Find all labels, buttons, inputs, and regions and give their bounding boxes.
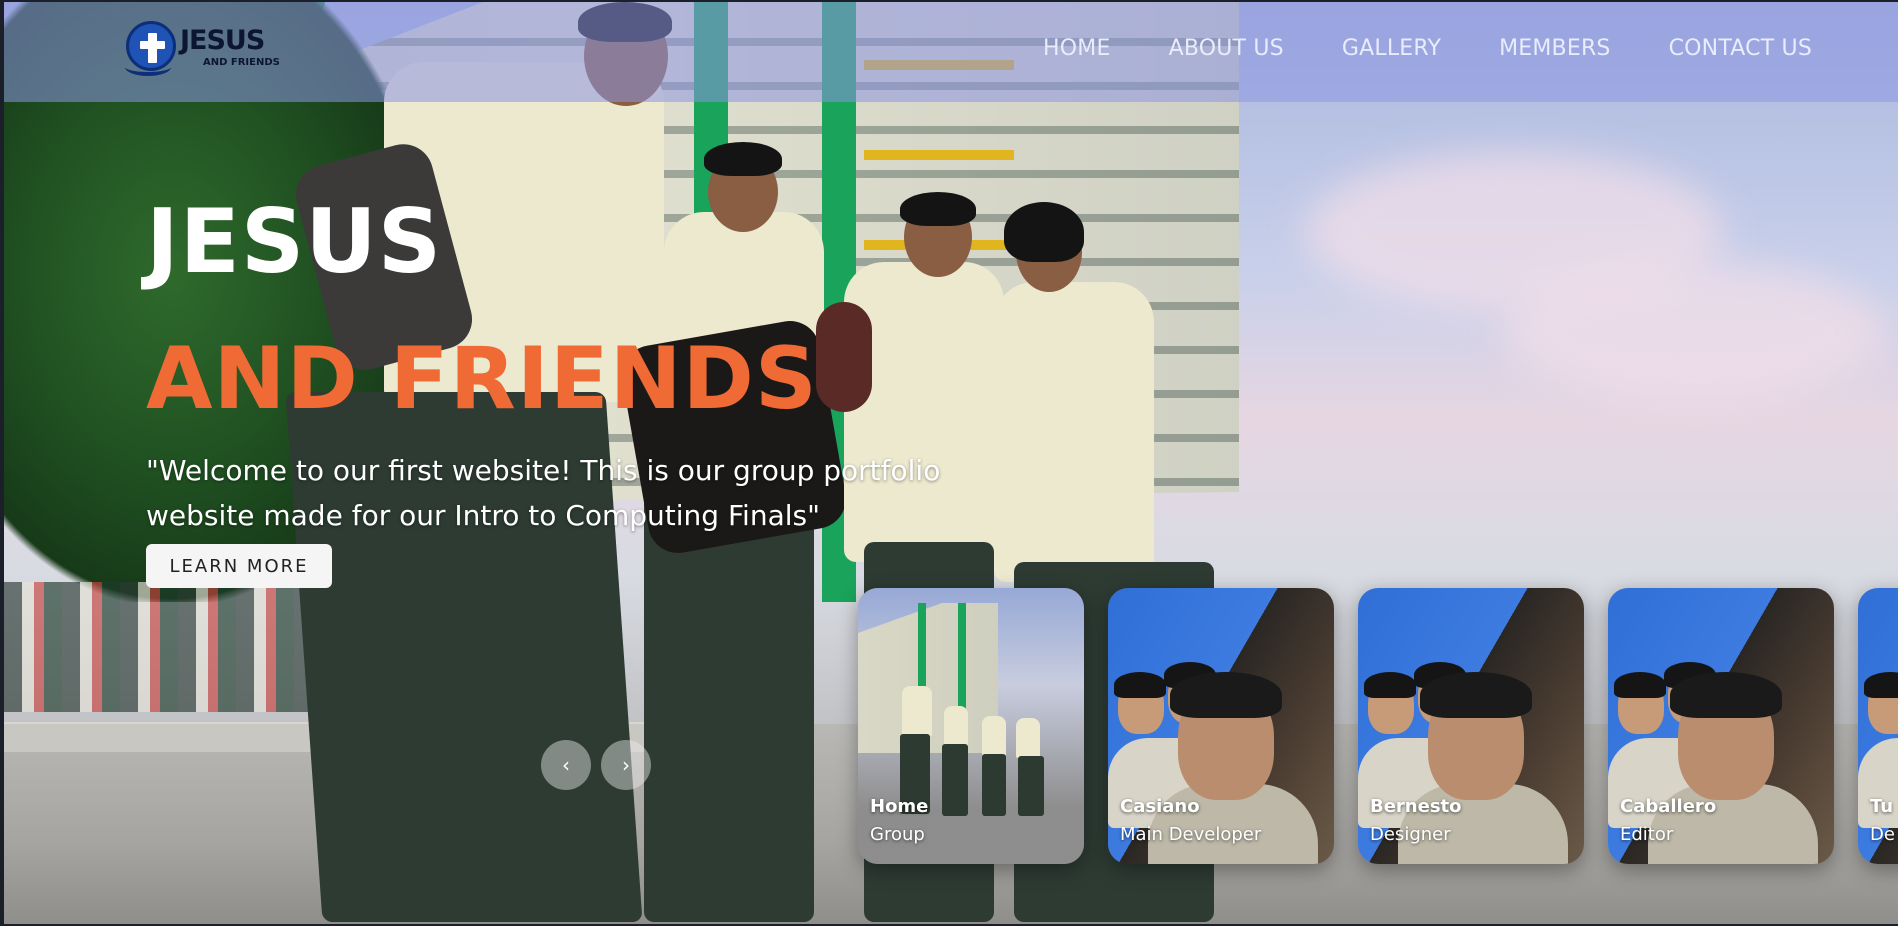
thumbnail-title: Casiano <box>1120 796 1200 817</box>
thumbnail-subtitle: De <box>1870 824 1895 845</box>
thumbnail-title: Bernesto <box>1370 796 1462 817</box>
logo-subtitle: AND FRIENDS <box>203 57 280 68</box>
hero-title-secondary: AND FRIENDS <box>146 329 818 429</box>
nav-links: HOME ABOUT US GALLERY MEMBERS CONTACT US <box>1043 36 1812 61</box>
learn-more-button[interactable]: LEARN MORE <box>146 544 332 588</box>
logo-title: JESUS <box>180 25 265 56</box>
thumbnail-subtitle: Group <box>870 824 925 845</box>
thumbnail-subtitle: Main Developer <box>1120 824 1262 845</box>
nav-link-gallery[interactable]: GALLERY <box>1342 36 1441 61</box>
member-photo-thumbnail <box>1608 588 1834 864</box>
thumbnail-title: Home <box>870 796 929 817</box>
thumbnail-title: Tu <box>1870 796 1894 817</box>
group-photo-thumbnail <box>858 588 1084 864</box>
member-photo-thumbnail <box>1358 588 1584 864</box>
thumbnail-title: Caballero <box>1620 796 1717 817</box>
cross-badge-icon <box>125 21 176 76</box>
nav-link-contact-us[interactable]: CONTACT US <box>1669 36 1812 61</box>
thumbnail-card-caballero[interactable]: Caballero Editor <box>1608 588 1834 864</box>
page-viewport: JESUS AND FRIENDS HOME ABOUT US GALLERY … <box>4 2 1898 924</box>
nav-link-about-us[interactable]: ABOUT US <box>1169 36 1284 61</box>
slider-thumbnails: Home Group Casiano Main Developer Bernes… <box>858 588 1898 864</box>
site-logo[interactable]: JESUS AND FRIENDS <box>125 21 286 77</box>
thumbnail-subtitle: Designer <box>1370 824 1451 845</box>
thumbnail-card-bernesto[interactable]: Bernesto Designer <box>1358 588 1584 864</box>
member-photo-thumbnail <box>1858 588 1898 864</box>
top-navbar: JESUS AND FRIENDS HOME ABOUT US GALLERY … <box>4 2 1898 102</box>
thumbnail-card-home[interactable]: Home Group <box>858 588 1084 864</box>
thumbnail-card-casiano[interactable]: Casiano Main Developer <box>1108 588 1334 864</box>
nav-link-members[interactable]: MEMBERS <box>1499 36 1611 61</box>
thumbnail-card-partial[interactable]: Tu De <box>1858 588 1898 864</box>
nav-link-home[interactable]: HOME <box>1043 36 1111 61</box>
hero-description: "Welcome to our first website! This is o… <box>146 454 941 532</box>
thumbnail-subtitle: Editor <box>1620 824 1674 845</box>
hero-title-primary: JESUS <box>146 190 443 293</box>
chevron-right-icon[interactable]: › <box>601 740 651 790</box>
chevron-left-icon[interactable]: ‹ <box>541 740 591 790</box>
member-photo-thumbnail <box>1108 588 1334 864</box>
